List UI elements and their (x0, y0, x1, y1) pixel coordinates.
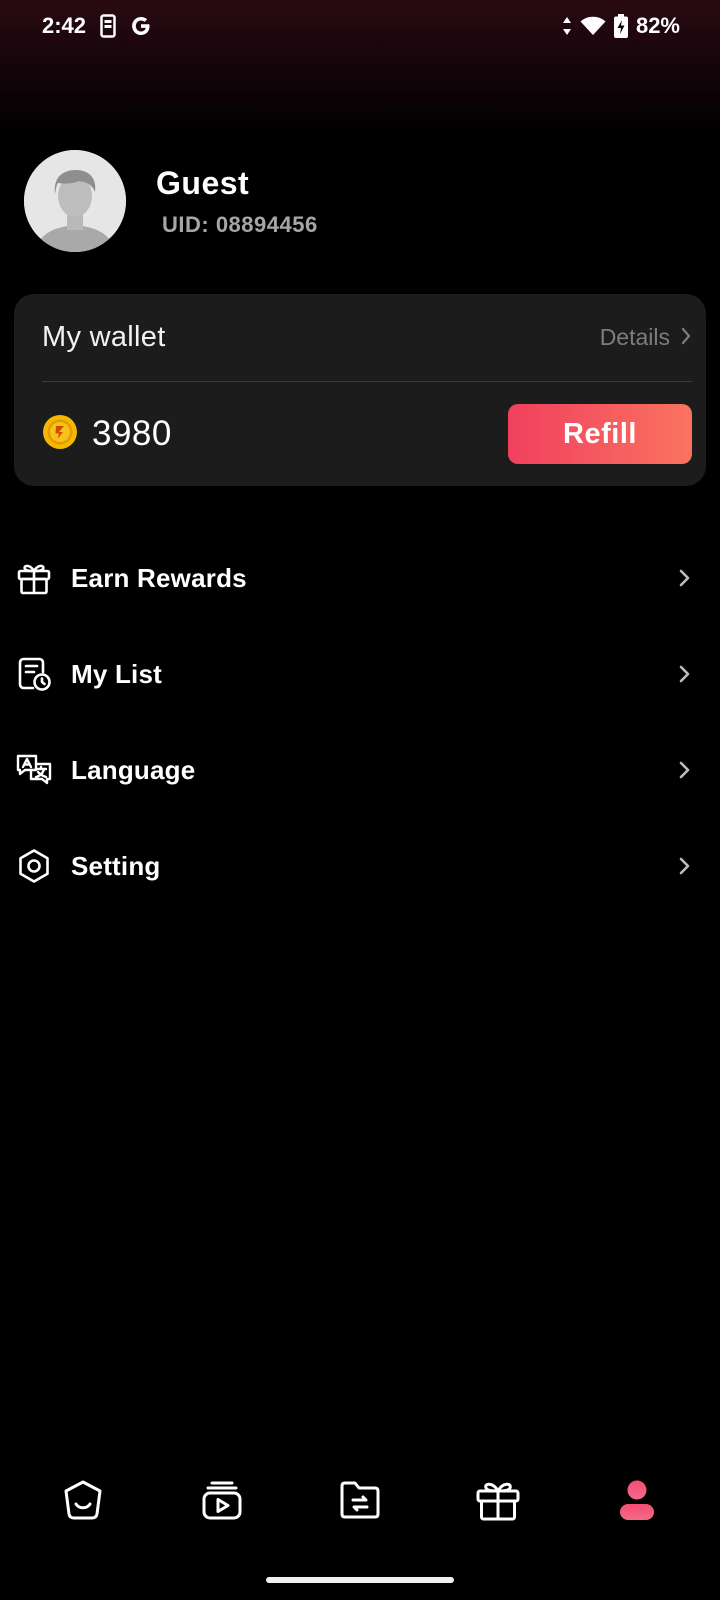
wifi-icon (580, 16, 606, 36)
chevron-right-icon (674, 662, 694, 686)
wallet-details-link[interactable]: Details (600, 324, 692, 351)
battery-percentage: 82% (635, 13, 680, 38)
wallet-header: My wallet Details (42, 294, 692, 382)
battery-charging-icon (613, 14, 628, 38)
chevron-right-icon (674, 566, 694, 590)
gift-icon (14, 558, 54, 598)
gift-icon (475, 1477, 521, 1528)
refill-button[interactable]: Refill (508, 404, 692, 464)
avatar[interactable] (24, 150, 126, 252)
user-profile-header: Guest UID: 08894456 (24, 150, 624, 252)
menu-item-my-list[interactable]: My List (0, 626, 720, 722)
nav-videos[interactable] (177, 1470, 267, 1534)
status-time: 2:42 (42, 13, 87, 38)
coin-icon (42, 414, 78, 455)
menu-item-language[interactable]: Language (0, 722, 720, 818)
nav-profile[interactable] (592, 1470, 682, 1534)
wallet-balance-row: 3980 Refill (42, 382, 692, 486)
menu-item-label: Language (71, 754, 196, 785)
data-arrows-icon (562, 16, 572, 36)
wallet-title: My wallet (42, 321, 166, 353)
nav-rewards[interactable] (453, 1470, 543, 1534)
nav-home[interactable] (38, 1470, 128, 1534)
google-icon (130, 15, 152, 37)
home-icon (61, 1478, 105, 1527)
nav-library[interactable] (315, 1470, 405, 1534)
menu-item-label: My List (71, 658, 162, 689)
coin-balance: 3980 (92, 414, 172, 453)
menu-item-label: Setting (71, 850, 161, 881)
list-clock-icon (14, 654, 54, 694)
home-indicator[interactable] (266, 1577, 454, 1583)
videos-icon (200, 1478, 244, 1527)
menu-item-earn-rewards[interactable]: Earn Rewards (0, 530, 720, 626)
profile-screen: 2:42 82% Guest UID: 08894456 My wallet D… (0, 0, 720, 1600)
menu-item-setting[interactable]: Setting (0, 818, 720, 914)
profile-name: Guest (156, 164, 250, 201)
profile-icon (617, 1478, 657, 1527)
chevron-right-icon (680, 324, 692, 351)
translate-icon (14, 750, 54, 790)
chevron-right-icon (674, 758, 694, 782)
bottom-navigation (0, 1470, 720, 1534)
chevron-right-icon (674, 854, 694, 878)
settings-hexagon-icon (14, 846, 54, 886)
wallet-details-label: Details (599, 324, 670, 350)
wallet-card: My wallet Details 3980 Refill (14, 294, 706, 486)
folder-swap-icon (338, 1478, 382, 1527)
phone-notification-icon (100, 14, 116, 38)
menu-item-label: Earn Rewards (71, 562, 247, 593)
settings-menu: Earn Rewards My List Language Setting (0, 530, 720, 914)
status-bar: 2:42 82% (0, 0, 720, 52)
profile-uid: UID: 08894456 (162, 211, 318, 237)
